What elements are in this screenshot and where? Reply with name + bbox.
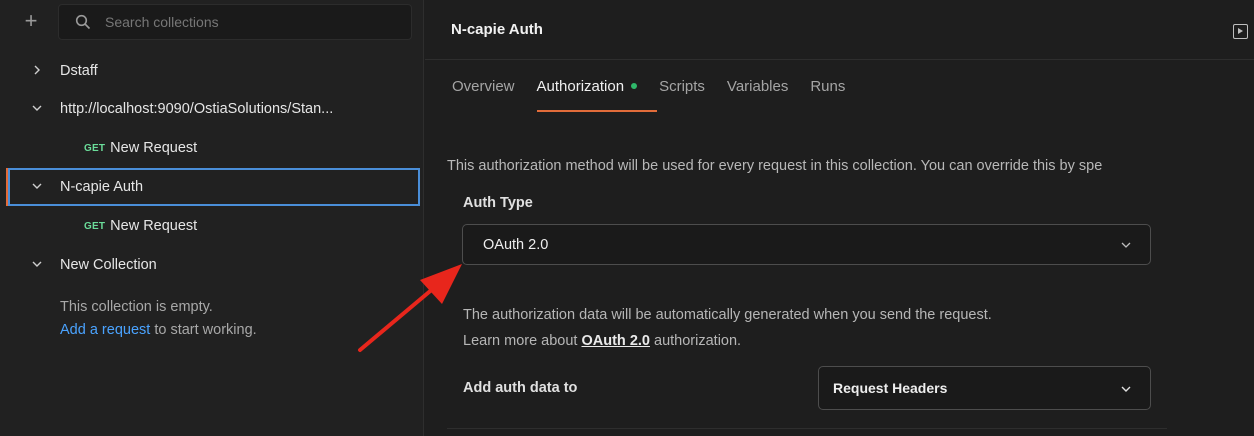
add-auth-select[interactable]: Request Headers [818,366,1151,410]
divider [447,428,1167,429]
chevron-down-icon[interactable] [30,258,44,273]
add-request-link[interactable]: Add a request [60,322,150,338]
tab-label: Variables [726,78,789,95]
tab-bar: Overview Authorization Scripts Variables… [452,78,867,112]
chevron-down-icon[interactable] [30,180,44,195]
panel-header: N-capie Auth [425,0,1254,60]
chevron-right-icon[interactable] [30,64,44,79]
info-line: The authorization data will be automatic… [463,307,992,323]
tab-overview[interactable]: Overview [452,78,515,112]
tab-authorization[interactable]: Authorization [536,78,656,112]
collection-localhost[interactable]: http://localhost:9090/OstiaSolutions/Sta… [0,90,424,128]
collection-label: Dstaff [60,63,98,79]
method-badge: GET [84,142,106,154]
tab-label: Authorization [536,78,625,95]
auth-info: The authorization data will be automatic… [463,302,992,354]
tab-scripts[interactable]: Scripts [659,78,705,112]
auth-description: This authorization method will be used f… [447,158,1103,174]
collection-label: http://localhost:9090/OstiaSolutions/Sta… [60,101,334,117]
tab-runs[interactable]: Runs [810,78,845,112]
request-label: New Request [110,218,198,234]
tab-label: Scripts [659,78,705,95]
search-box[interactable] [58,4,412,40]
auth-type-select[interactable]: OAuth 2.0 [462,224,1151,265]
tab-label: Overview [452,78,515,95]
info-suffix: authorization. [649,333,742,349]
tab-variables[interactable]: Variables [727,78,788,112]
empty-suffix: to start working. [150,322,257,338]
search-input[interactable] [105,14,385,30]
auth-type-value: OAuth 2.0 [483,236,549,253]
plus-icon[interactable]: + [20,10,42,33]
page-title: N-capie Auth [451,21,543,38]
info-prefix: Learn more about [463,333,582,349]
run-icon[interactable] [1233,24,1248,39]
request-label: New Request [110,140,198,156]
add-auth-label: Add auth data to [463,380,578,396]
collection-label: N-capie Auth [60,179,144,195]
status-dot [631,83,638,90]
collection-panel: N-capie Auth Overview Authorization Scri… [425,0,1254,436]
request-item[interactable]: GET New Request [0,207,424,245]
collection-n-capie-auth[interactable]: N-capie Auth [8,168,420,206]
auth-type-label: Auth Type [463,195,533,211]
chevron-down-icon [1121,386,1131,392]
collection-label: New Collection [60,257,157,273]
empty-text: This collection is empty. [60,299,213,315]
oauth-docs-link[interactable]: OAuth 2.0 [582,333,650,349]
chevron-down-icon [1121,242,1131,248]
sidebar: + Dstaff http://localhost:9090/OstiaSolu… [0,0,424,436]
search-icon [75,14,91,30]
method-badge: GET [84,220,106,232]
tab-label: Runs [810,78,846,95]
empty-collection-message: This collection is empty. Add a request … [60,296,257,342]
add-auth-value: Request Headers [833,380,948,396]
request-item[interactable]: GET New Request [0,129,424,167]
collection-dstaff[interactable]: Dstaff [0,52,424,90]
chevron-down-icon[interactable] [30,102,44,117]
collection-new-collection[interactable]: New Collection [0,246,424,284]
